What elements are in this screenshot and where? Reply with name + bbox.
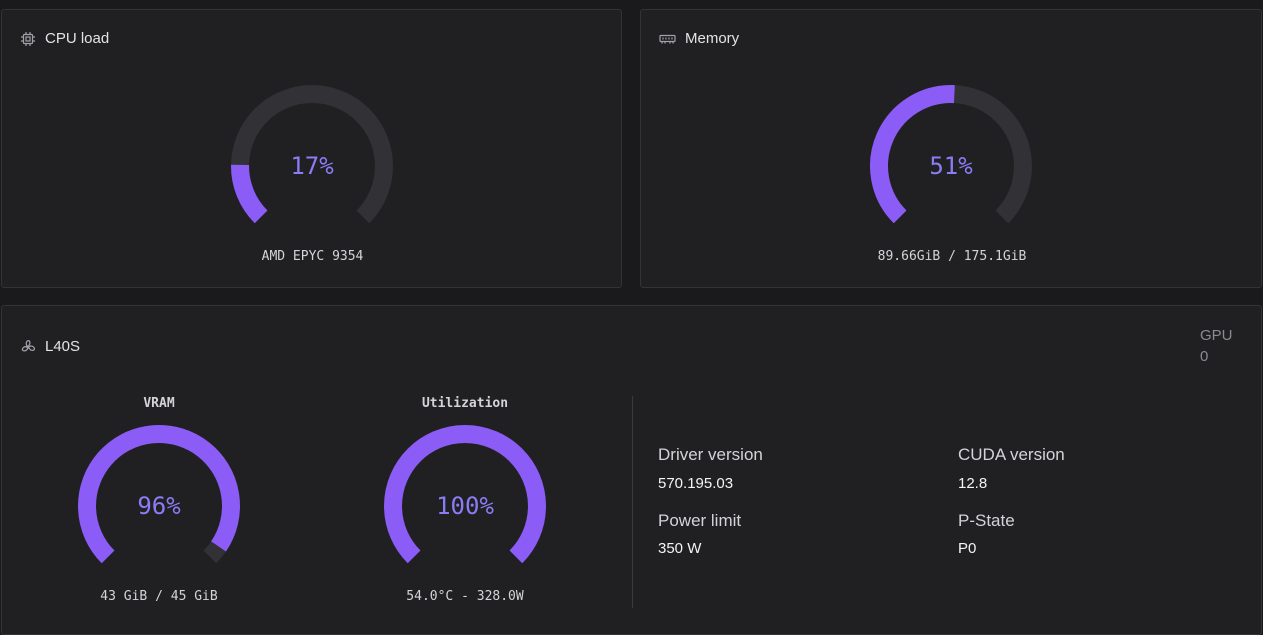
gpu-index-value: 0 xyxy=(1200,348,1209,365)
temp-power-caption: 54.0°C - 328.0W xyxy=(406,589,524,604)
utilization-gauge-title: Utilization xyxy=(421,396,509,411)
pstate-value: P0 xyxy=(958,540,977,557)
gpu-card: L40S GPU 0 VRAM 96% 43 GiB / 45 GiB Util… xyxy=(1,305,1262,635)
power-limit-value: 350 W xyxy=(658,540,702,557)
driver-version-value: 570.195.03 xyxy=(658,475,734,492)
power-limit-label: Power limit xyxy=(658,511,742,530)
cpu-card-title: CPU load xyxy=(45,30,110,47)
cuda-version-value: 12.8 xyxy=(958,475,988,492)
memory-usage-value: 51% xyxy=(929,152,973,180)
memory-usage-caption: 89.66GiB / 175.1GiB xyxy=(877,249,1027,264)
cpu-load-value: 17% xyxy=(290,152,334,180)
vram-gauge-title: VRAM xyxy=(143,396,175,411)
vram-usage-caption: 43 GiB / 45 GiB xyxy=(100,589,218,604)
cpu-load-card: CPU load 17% AMD EPYC 9354 xyxy=(1,9,622,288)
cpu-load-gauge: 17% xyxy=(230,84,394,248)
driver-version-label: Driver version xyxy=(658,445,763,464)
utilization-gauge: 100% xyxy=(383,424,547,588)
memory-card: Memory 51% 89.66GiB / 175.1GiB xyxy=(640,9,1262,288)
pstate-label: P-State xyxy=(958,511,1015,530)
vram-gauge: 96% xyxy=(77,424,241,588)
gpu-card-title: L40S xyxy=(45,338,81,355)
cpu-card-header: CPU load xyxy=(20,30,109,47)
gpu-index: GPU 0 xyxy=(1200,325,1250,367)
gpu-fan-icon xyxy=(20,339,36,355)
memory-module-icon xyxy=(659,33,676,45)
gpu-index-label: GPU xyxy=(1200,327,1233,344)
memory-card-title: Memory xyxy=(685,30,740,47)
cpu-model-label: AMD EPYC 9354 xyxy=(261,249,364,264)
memory-card-header: Memory xyxy=(659,30,739,47)
gpu-info-divider xyxy=(632,396,633,608)
vram-usage-value: 96% xyxy=(137,492,181,520)
utilization-value: 100% xyxy=(436,492,494,520)
gpu-card-header: L40S xyxy=(20,338,80,355)
memory-gauge: 51% xyxy=(869,84,1033,248)
cuda-version-label: CUDA version xyxy=(958,445,1065,464)
cpu-chip-icon xyxy=(20,31,36,47)
